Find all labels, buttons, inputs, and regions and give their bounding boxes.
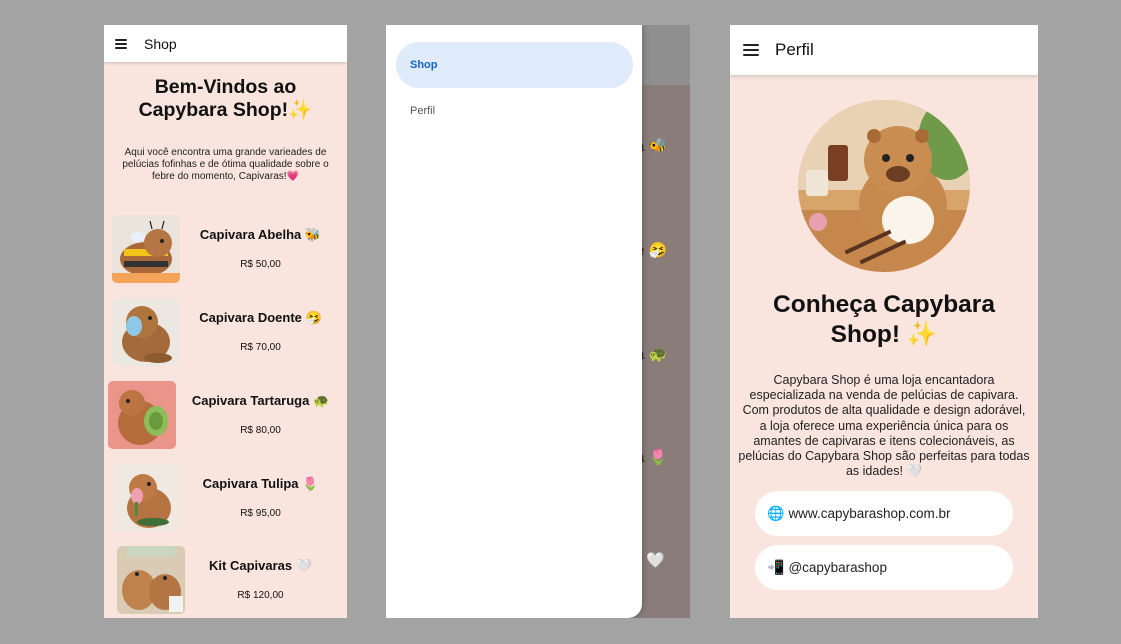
product-price: R$ 50,00 [240, 259, 281, 270]
drawer-item-perfil[interactable]: Perfil [396, 88, 633, 134]
welcome-heading: Bem-Vindos ao Capybara Shop!✨ [104, 76, 347, 122]
social-text: @capybarashop [788, 560, 887, 575]
drawer-item-shop[interactable]: Shop [396, 42, 633, 88]
website-text: www.capybarashop.com.br [788, 506, 951, 521]
app-bar: Perfil [730, 25, 1038, 75]
globe-icon: 🌐 [767, 505, 785, 521]
app-bar-title: Perfil [775, 40, 814, 59]
product-image [117, 546, 185, 614]
menu-icon[interactable] [115, 38, 127, 49]
navigation-drawer: Shop Perfil [386, 25, 642, 618]
product-card[interactable]: Capivara Abelha 🐝 R$ 50,00 [104, 215, 347, 285]
about-heading-line-1: Conheça Capybara [773, 291, 995, 318]
product-price: R$ 80,00 [240, 425, 281, 436]
product-card[interactable]: Capivara Doente 🤧 R$ 70,00 [104, 298, 347, 368]
product-name: Capivara Doente 🤧 [199, 310, 322, 325]
profile-image [798, 100, 970, 272]
product-name: Capivara Abelha 🐝 [199, 227, 322, 242]
perfil-screen: Perfil Conheça Capybara Shop! ✨ Capybara… [730, 25, 1038, 618]
drawer-screen: a 🐝 e 🤧 a 🐢 a 🌷 🤍 Shop Perfil [386, 25, 690, 618]
welcome-line-2: Capybara Shop!✨ [138, 99, 313, 121]
product-card[interactable]: Capivara Tartaruga 🐢 R$ 80,00 [104, 381, 347, 451]
product-name: Capivara Tartaruga 🐢 [191, 393, 330, 408]
product-image [112, 298, 180, 366]
product-image [108, 381, 176, 449]
menu-icon[interactable] [743, 44, 759, 56]
product-image [113, 464, 181, 532]
product-name: Kit Capivaras 🤍 [209, 558, 312, 573]
product-card[interactable]: Capivara Tulipa 🌷 R$ 95,00 [104, 464, 347, 534]
product-name: Capivara Tulipa 🌷 [202, 476, 319, 491]
app-bar: Shop [104, 25, 347, 62]
about-heading: Conheça Capybara Shop! ✨ [730, 290, 1038, 350]
welcome-line-1: Bem-Vindos ao [154, 76, 297, 98]
mobile-arrow-icon: 📲 [767, 559, 785, 575]
product-price: R$ 95,00 [240, 508, 281, 519]
product-price: R$ 120,00 [237, 590, 284, 601]
website-link[interactable]: 🌐 www.capybarashop.com.br [755, 491, 1013, 536]
intro-text: Aqui você encontra uma grande varieades … [122, 147, 329, 182]
about-heading-line-2: Shop! ✨ [830, 321, 938, 348]
product-price: R$ 70,00 [240, 342, 281, 353]
product-card[interactable]: Kit Capivaras 🤍 R$ 120,00 [104, 546, 347, 616]
product-image [112, 215, 180, 283]
social-link[interactable]: 📲 @capybarashop [755, 545, 1013, 590]
shop-screen: Shop Bem-Vindos ao Capybara Shop!✨ Aqui … [104, 25, 347, 618]
app-bar-title: Shop [144, 35, 177, 52]
background-text: 🤍 [646, 552, 665, 569]
about-text: Capybara Shop é uma loja encantadora esp… [738, 373, 1030, 479]
